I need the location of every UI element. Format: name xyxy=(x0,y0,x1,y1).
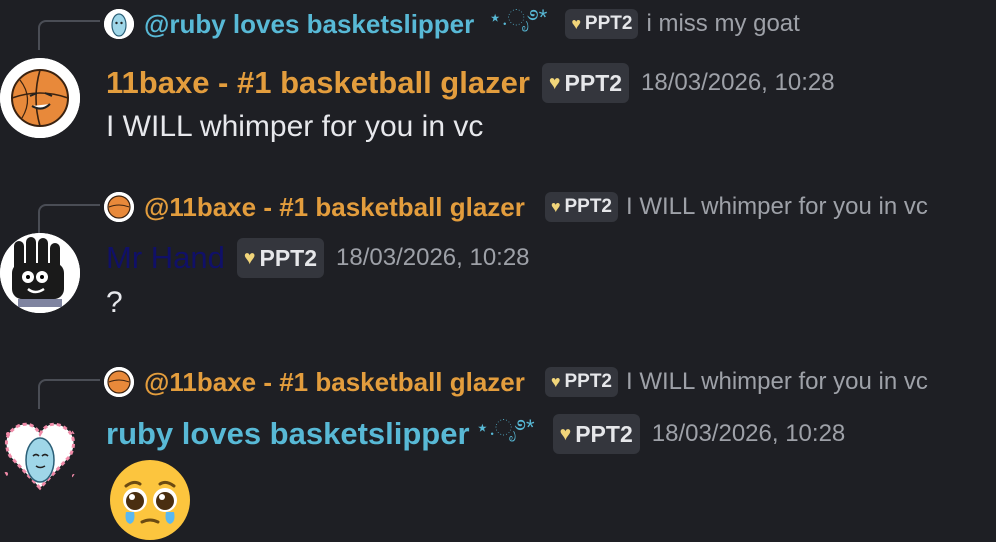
author-name[interactable]: Mr Hand xyxy=(106,240,225,276)
heart-icon: ♥ xyxy=(559,422,572,445)
message-timestamp: 18/03/2026, 10:28 xyxy=(651,420,846,447)
reply-connector xyxy=(38,20,100,50)
server-tag[interactable]: ♥ PPT2 xyxy=(565,9,639,39)
message-header: Mr Hand ♥ PPT2 18/03/2026, 10:28 xyxy=(106,237,530,279)
reply-preview[interactable]: @11baxe - #1 basketball glazer ♥ PPT2 I … xyxy=(104,187,928,227)
message-header: ruby loves basketslipper ⋆.ೃ࿔* ♥ PPT2 18… xyxy=(106,413,845,455)
reply-connector xyxy=(38,204,100,234)
chat-view: @ruby loves basketslipper ⋆.ೃ࿔* ♥ PPT2 i… xyxy=(0,0,996,542)
heart-icon: ♥ xyxy=(243,246,256,269)
message-timestamp: 18/03/2026, 10:28 xyxy=(336,244,530,271)
avatar-ruby[interactable] xyxy=(0,414,80,494)
server-tag[interactable]: ♥ PPT2 xyxy=(236,238,325,278)
reply-avatar xyxy=(104,367,134,397)
server-tag[interactable]: ♥ PPT2 xyxy=(544,192,619,222)
server-tag[interactable]: ♥ PPT2 xyxy=(552,414,640,454)
reply-author-name[interactable]: @11baxe - #1 basketball glazer xyxy=(144,192,525,223)
heart-icon: ♥ xyxy=(550,197,561,216)
reply-author-name[interactable]: @ruby loves basketslipper xyxy=(144,9,474,40)
pleading-face-emoji xyxy=(110,460,190,540)
reply-connector xyxy=(38,379,100,409)
heart-icon: ♥ xyxy=(548,71,561,94)
avatar-hand[interactable] xyxy=(0,233,80,313)
name-decoration: ⋆.ೃ࿔* xyxy=(475,415,535,440)
reply-text: I WILL whimper for you in vc xyxy=(626,193,928,220)
author-name[interactable]: ruby loves basketslipper xyxy=(106,416,470,452)
heart-icon: ♥ xyxy=(550,372,561,391)
name-decoration: ⋆.ೃ࿔* xyxy=(488,5,548,30)
author-name[interactable]: 11baxe - #1 basketball glazer xyxy=(106,65,530,101)
message-timestamp: 18/03/2026, 10:28 xyxy=(641,69,835,96)
reply-preview[interactable]: @11baxe - #1 basketball glazer ♥ PPT2 I … xyxy=(104,362,928,402)
reply-avatar xyxy=(104,9,134,39)
avatar-basketball[interactable] xyxy=(0,58,80,138)
message-content: I WILL whimper for you in vc xyxy=(106,110,484,143)
heart-icon: ♥ xyxy=(571,14,581,33)
message-content: ? xyxy=(106,286,123,319)
reply-avatar xyxy=(104,192,134,222)
server-tag[interactable]: ♥ PPT2 xyxy=(541,63,630,103)
reply-text: I WILL whimper for you in vc xyxy=(626,368,928,395)
reply-preview[interactable]: @ruby loves basketslipper ⋆.ೃ࿔* ♥ PPT2 i… xyxy=(104,4,800,44)
reply-author-name[interactable]: @11baxe - #1 basketball glazer xyxy=(144,367,525,398)
reply-text: i miss my goat xyxy=(646,10,800,37)
message-header: 11baxe - #1 basketball glazer ♥ PPT2 18/… xyxy=(106,62,835,104)
server-tag[interactable]: ♥ PPT2 xyxy=(544,367,619,397)
